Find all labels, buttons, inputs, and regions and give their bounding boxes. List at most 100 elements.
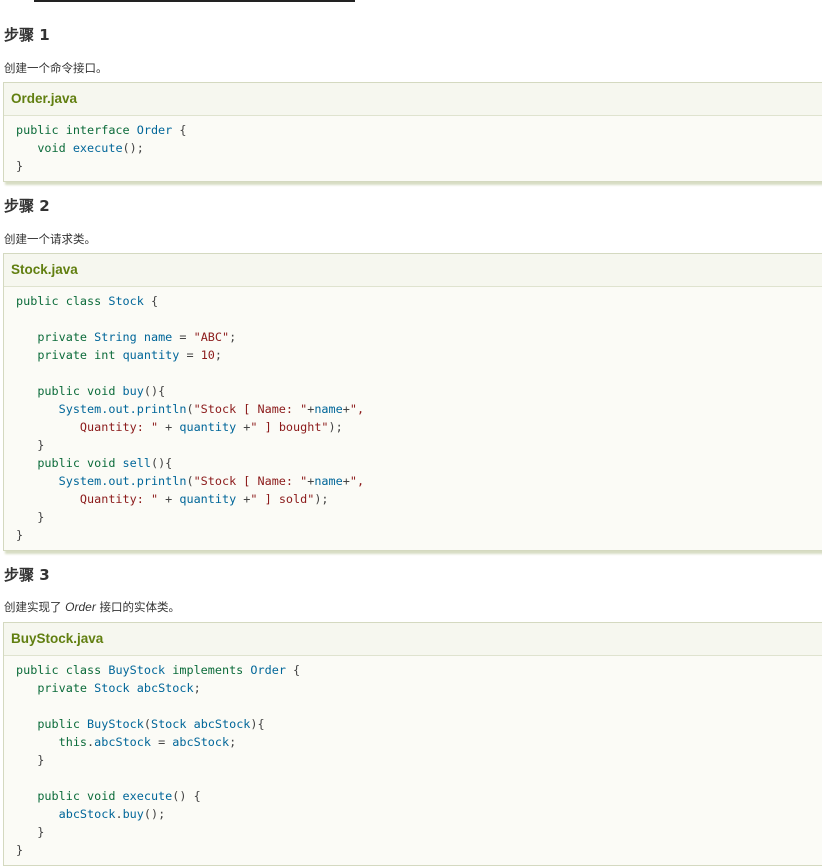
top-divider — [34, 0, 355, 2]
code-line: void execute(); — [16, 139, 822, 157]
code-body[interactable]: public class BuyStock implements Order {… — [4, 656, 822, 865]
code-token: = — [158, 735, 173, 749]
code-line: System.out.println("Stock [ Name: " +name… — [16, 472, 822, 490]
code-token: name — [314, 402, 343, 416]
code-token: + — [165, 420, 180, 434]
code-line: public class Stock { — [16, 292, 822, 310]
code-token: ", — [349, 402, 365, 416]
code-token: { — [179, 123, 187, 137]
code-line: private String name = "ABC"; — [16, 328, 822, 346]
code-token: (); — [122, 141, 144, 155]
code-token: class — [65, 294, 109, 308]
code-token: quantity — [179, 492, 244, 506]
code-token: ; — [229, 330, 237, 344]
code-token: Order — [250, 663, 294, 677]
code-token: public — [37, 384, 88, 398]
code-token: } — [16, 843, 24, 857]
code-token: void — [87, 789, 123, 803]
code-token: void — [37, 141, 73, 155]
code-token: = — [179, 330, 194, 344]
code-token: 10 — [200, 348, 215, 362]
code-block-order: Order.java public interface Order { void… — [3, 82, 822, 182]
code-token: + — [342, 402, 350, 416]
code-token: = — [186, 348, 201, 362]
code-token: String — [94, 330, 144, 344]
code-token: () { — [172, 789, 201, 803]
code-line: } — [16, 751, 822, 769]
code-line: } — [16, 823, 822, 841]
code-token: Stock — [108, 294, 151, 308]
code-token: (){ — [143, 384, 166, 398]
code-token: implements — [172, 663, 251, 677]
code-token: abcStock — [58, 807, 116, 821]
code-token: public — [37, 456, 88, 470]
code-line: } — [16, 436, 822, 454]
desc-text: 创建实现了 — [4, 600, 66, 614]
code-token: int — [94, 348, 123, 362]
code-line: } — [16, 508, 822, 526]
code-body[interactable]: public class Stock { private String name… — [4, 287, 822, 550]
code-token: quantity — [122, 348, 187, 362]
desc-emphasis: Order — [65, 600, 96, 614]
code-token: ", — [349, 474, 365, 488]
code-token: public — [37, 789, 88, 803]
code-token: { — [150, 294, 159, 308]
code-token: } — [16, 438, 45, 452]
code-line: public void sell(){ — [16, 454, 822, 472]
code-token: (){ — [150, 456, 173, 470]
code-line: private Stock abcStock; — [16, 679, 822, 697]
code-token: name — [143, 330, 180, 344]
code-token: ; — [214, 348, 223, 362]
code-line: } — [16, 157, 822, 175]
code-token: System.out.println — [58, 474, 187, 488]
code-token: "Stock [ Name: " — [193, 474, 308, 488]
code-token: execute — [122, 789, 173, 803]
code-line: } — [16, 841, 822, 859]
code-token: + — [342, 474, 350, 488]
code-token: Stock — [150, 717, 194, 731]
code-token: ; — [193, 681, 201, 695]
code-token: private — [37, 348, 95, 362]
code-token: } — [16, 159, 24, 173]
code-token: abcStock — [193, 717, 251, 731]
code-token: void — [87, 384, 123, 398]
code-token: } — [16, 753, 45, 767]
code-token: abcStock — [94, 735, 159, 749]
step-3-description: 创建实现了 Order 接口的实体类。 — [4, 599, 180, 615]
code-token: buy — [122, 384, 144, 398]
step-3-heading: 步骤 3 — [4, 566, 50, 584]
code-token: ; — [229, 735, 237, 749]
code-token: name — [314, 474, 343, 488]
code-block-buystock: BuyStock.java public class BuyStock impl… — [3, 622, 822, 866]
code-token: Quantity: " — [16, 492, 166, 506]
code-token: public — [16, 663, 66, 677]
code-line: public void buy(){ — [16, 382, 822, 400]
code-token: ( — [186, 402, 194, 416]
code-file-title: Stock.java — [4, 254, 822, 287]
code-token: execute — [72, 141, 123, 155]
code-token: "Stock [ Name: " — [193, 402, 308, 416]
code-file-title: Order.java — [4, 83, 822, 116]
code-token: { — [293, 663, 301, 677]
code-body[interactable]: public interface Order { void execute();… — [4, 116, 822, 181]
step-1-heading: 步骤 1 — [4, 26, 50, 44]
code-token: } — [16, 510, 45, 524]
code-line: } — [16, 526, 822, 544]
step-1-description: 创建一个命令接口。 — [4, 61, 108, 75]
step-2-heading: 步骤 2 — [4, 197, 50, 215]
code-token: void — [87, 456, 123, 470]
code-token: public — [16, 123, 66, 137]
